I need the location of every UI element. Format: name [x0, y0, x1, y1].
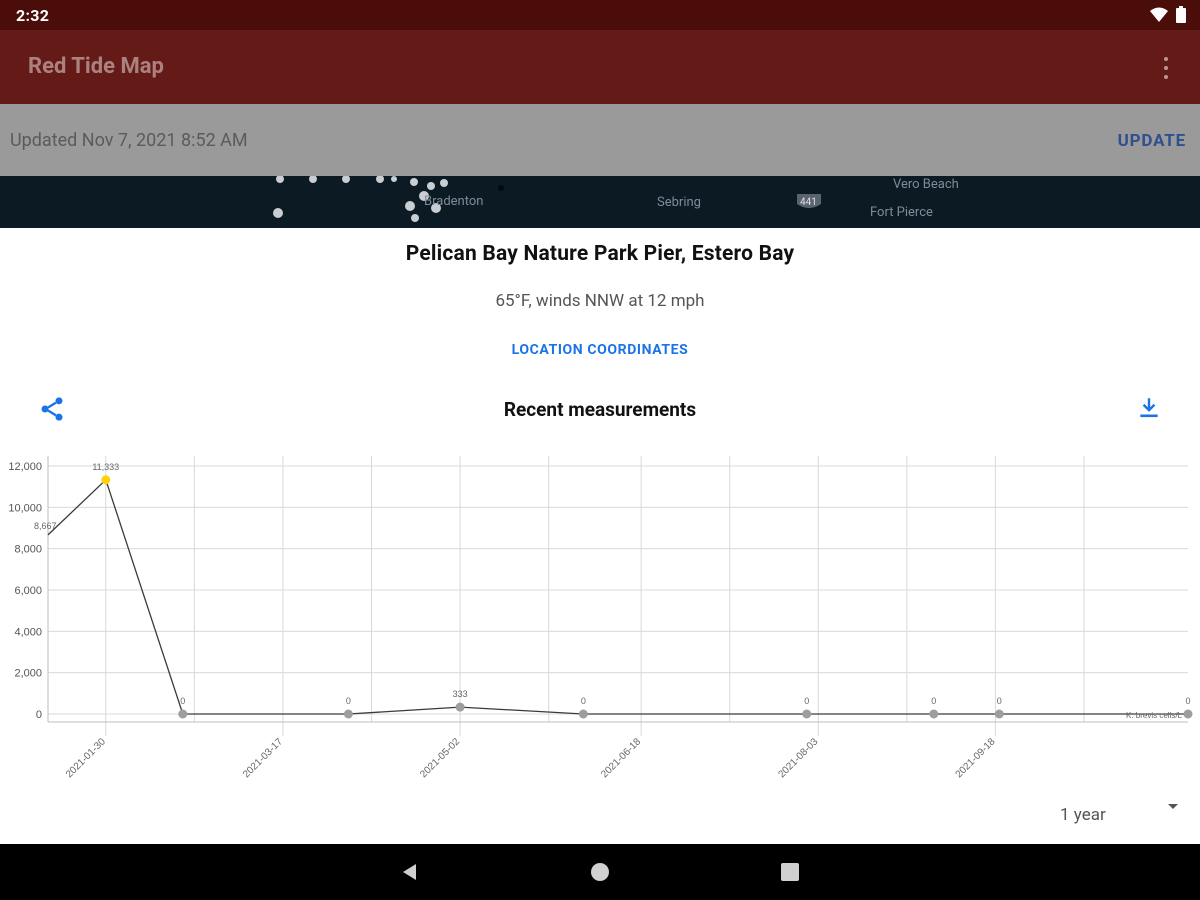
data-point: [178, 709, 188, 719]
section-title: Recent measurements: [503, 398, 697, 421]
data-label: 0: [180, 696, 185, 706]
data-label: 0: [931, 696, 936, 706]
y-tick-label: 0: [36, 709, 42, 721]
x-tick-label: 2021-09-18: [954, 736, 998, 780]
battery-icon: [1176, 6, 1186, 23]
status-icons: [1150, 6, 1186, 23]
y-tick-label: 6,000: [14, 585, 42, 597]
status-time: 2:32: [16, 6, 50, 25]
app-bar: Red Tide Map: [0, 30, 1200, 104]
y-tick-label: 4,000: [14, 626, 42, 638]
map-label-fort-pierce: Fort Pierce: [870, 205, 933, 220]
chevron-down-icon: [1168, 804, 1178, 809]
y-tick-label: 8,000: [14, 544, 42, 556]
location-coordinates-link[interactable]: LOCATION COORDINATES: [512, 342, 689, 358]
map-label-sebring: Sebring: [657, 195, 701, 210]
update-button[interactable]: UPDATE: [1118, 131, 1186, 151]
home-icon[interactable]: [588, 860, 612, 884]
data-label: 0: [581, 696, 586, 706]
y-tick-label: 2,000: [14, 668, 42, 680]
data-label: 0: [997, 696, 1002, 706]
data-point: [455, 702, 465, 712]
last-updated-text: Updated Nov 7, 2021 8:52 AM: [10, 130, 248, 151]
range-select-value: 1 year: [1060, 805, 1106, 825]
x-tick-label: 2021-06-18: [599, 736, 643, 780]
data-point: [343, 709, 353, 719]
recents-icon[interactable]: [778, 860, 802, 884]
more-vert-icon[interactable]: [1154, 54, 1178, 82]
weather-summary: 65°F, winds NNW at 12 mph: [495, 291, 705, 311]
share-icon[interactable]: [38, 395, 66, 423]
map-route-shield: 441: [800, 197, 817, 208]
download-icon[interactable]: [1136, 395, 1162, 421]
location-coordinates-container: LOCATION COORDINATES: [0, 342, 1200, 358]
data-label: 0: [346, 696, 351, 706]
unit-label: K. brevis cells/L: [1126, 711, 1183, 720]
series-line: [47, 478, 1188, 715]
data-point: [994, 709, 1004, 719]
x-tick-label: 2021-01-30: [64, 736, 108, 780]
measurements-chart[interactable]: 12,000 10,000 8,000 6,000 4,000 2,000 0 2021-01…: [0, 450, 1200, 810]
map-label-vero-beach: Vero Beach: [893, 177, 959, 192]
update-banner: Updated Nov 7, 2021 8:52 AM UPDATE: [0, 104, 1200, 176]
data-label: 333: [453, 689, 468, 699]
station-detail-sheet: Pelican Bay Nature Park Pier, Estero Bay…: [0, 228, 1200, 844]
data-label: 0: [1185, 696, 1190, 706]
data-label: 11,333: [92, 462, 119, 472]
x-tick-label: 2021-05-02: [418, 736, 462, 780]
navigation-bar: [0, 844, 1200, 900]
data-point: [929, 709, 939, 719]
data-label: 8,667: [34, 521, 57, 531]
app-title: Red Tide Map: [28, 54, 164, 79]
x-tick-label: 2021-03-17: [241, 736, 285, 780]
y-tick-label: 10,000: [8, 502, 42, 514]
map-label-bradenton: Bradenton: [424, 194, 484, 209]
data-label: 0: [804, 696, 809, 706]
wifi-icon: [1150, 7, 1168, 22]
status-bar: 2:32: [0, 0, 1200, 30]
data-point: [802, 709, 812, 719]
highlighted-data-point: [101, 475, 111, 485]
data-point: [1183, 709, 1193, 719]
x-tick-label: 2021-08-03: [776, 736, 820, 780]
station-name: Pelican Bay Nature Park Pier, Estero Bay: [405, 242, 795, 266]
y-tick-label: 12,000: [8, 461, 42, 473]
range-select[interactable]: 1 year: [1052, 800, 1184, 830]
map-view[interactable]: Bradenton Sebring 441 Vero Beach Fort Pi…: [0, 176, 1200, 228]
data-point: [578, 709, 588, 719]
map-markers: [273, 176, 821, 222]
back-icon[interactable]: [398, 860, 422, 884]
